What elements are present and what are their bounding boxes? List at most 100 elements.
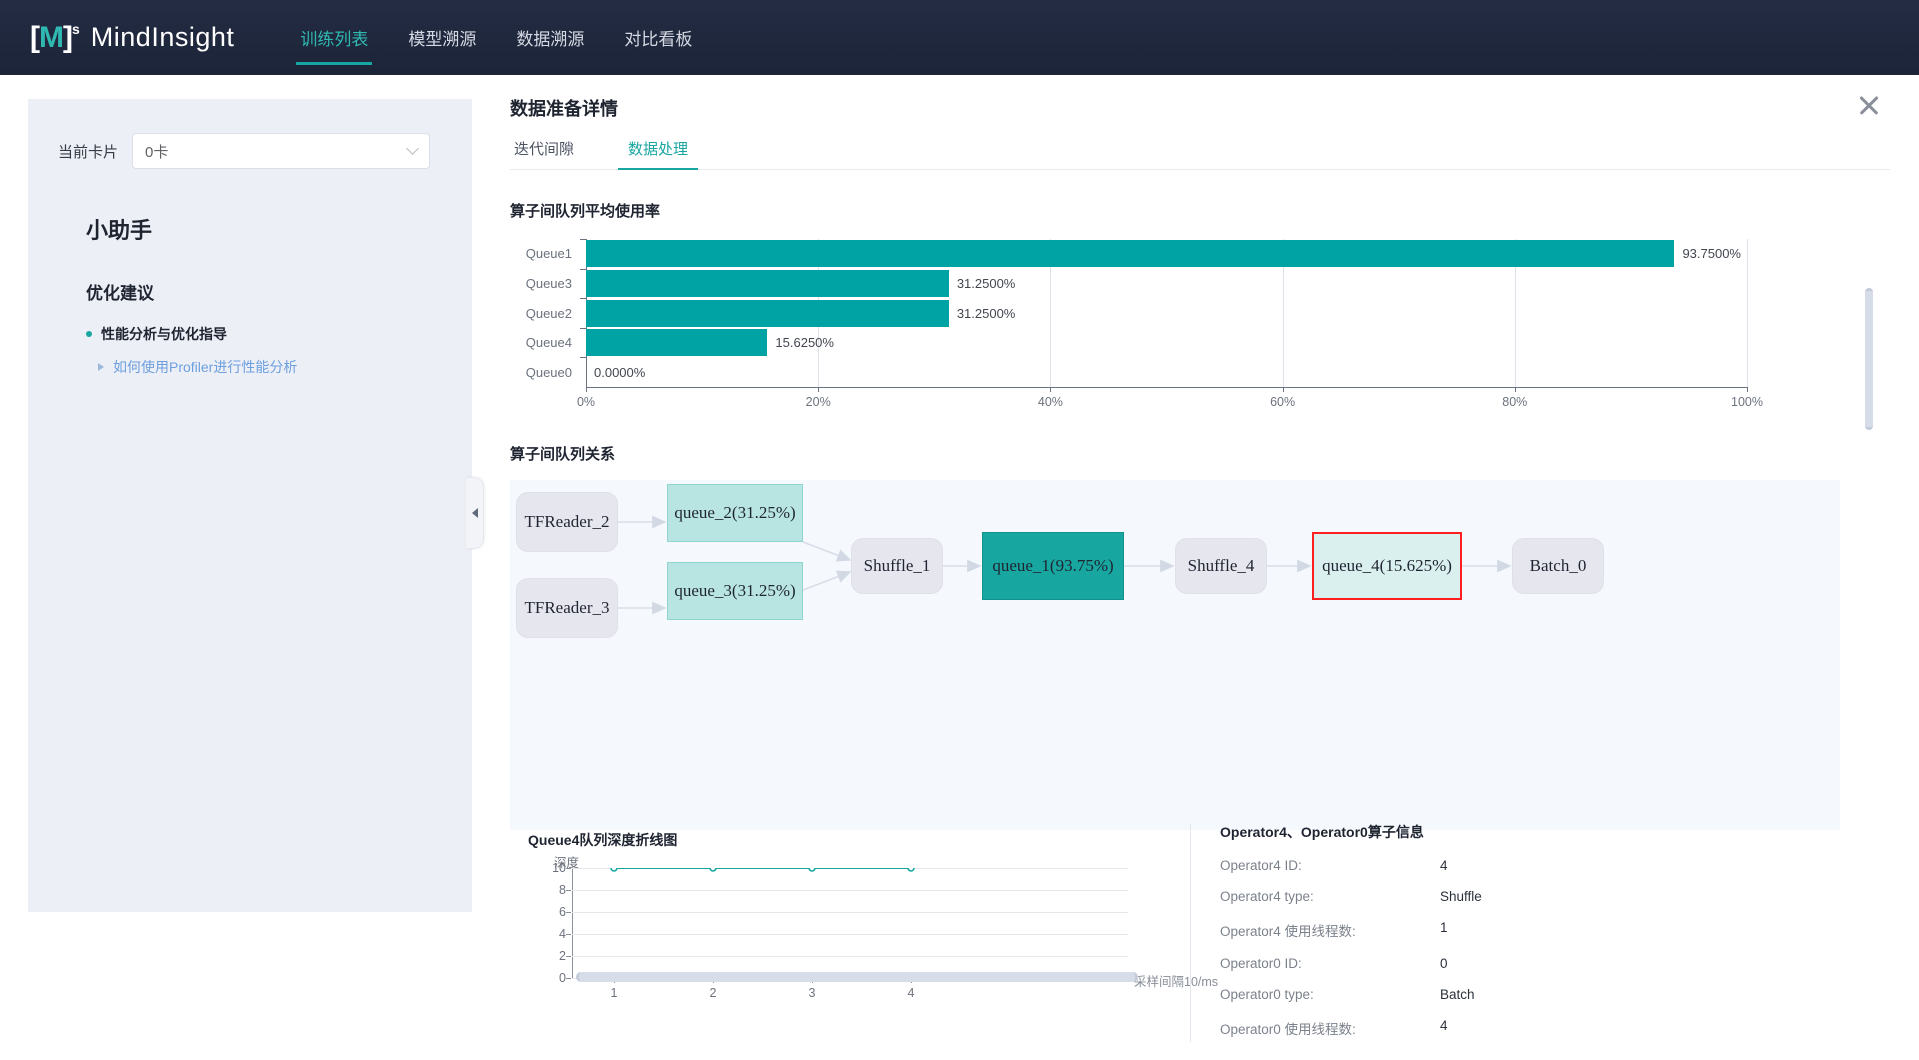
info-key: Operator0 ID: <box>1220 956 1302 971</box>
card-selector-row: 当前卡片 0卡 <box>58 133 472 169</box>
bar-fill[interactable] <box>586 329 768 357</box>
assistant-sidebar: 当前卡片 0卡 小助手 优化建议 性能分析与优化指导 如何使用Profiler进… <box>28 99 472 912</box>
line-chart-data-point[interactable] <box>808 868 816 872</box>
graph-node-shuffle-4[interactable]: Shuffle_4 <box>1175 538 1267 594</box>
bar-category-label: Queue3 <box>525 275 572 291</box>
advice-group-label: 性能分析与优化指导 <box>101 326 227 342</box>
logo-bracket-right: ] <box>63 20 73 54</box>
queue-relationship-title: 算子间队列关系 <box>510 446 616 463</box>
bar-chart-x-tick <box>1514 387 1516 392</box>
line-chart-data-point[interactable] <box>610 868 618 872</box>
bar-chart-row[interactable]: Queue3 31.2500% <box>510 269 1830 297</box>
graph-node-queue-3[interactable]: queue_3(31.25%) <box>667 562 803 620</box>
bar-fill[interactable] <box>586 240 1675 268</box>
info-value: Shuffle <box>1440 889 1482 904</box>
graph-node-queue-4[interactable]: queue_4(15.625%) <box>1312 532 1462 600</box>
queue-relationship-section: 算子间队列关系 TFReader_2 TFReader_3 queue_2(31… <box>510 443 1890 830</box>
bar-chart-y-tick <box>580 268 586 270</box>
bar-chart-y-tick <box>580 357 586 359</box>
info-key: Operator4 使用线程数: <box>1220 924 1356 939</box>
graph-node-shuffle-1[interactable]: Shuffle_1 <box>851 538 943 594</box>
bar-chart-x-tick <box>1050 387 1052 392</box>
card-selector-label: 当前卡片 <box>58 143 119 161</box>
graph-node-queue-2[interactable]: queue_2(31.25%) <box>667 484 803 542</box>
chevron-down-icon <box>406 142 419 155</box>
bar-chart-x-tick <box>1282 387 1284 392</box>
bar-fill[interactable] <box>586 299 949 327</box>
queue-depth-section: Queue4队列深度折线图 深度 采样间隔10/ms 0 2 4 6 8 10 1 2 3 4 <box>528 830 1218 1018</box>
bar-chart-row[interactable]: Queue4 15.6250% <box>510 329 1830 357</box>
mindinsight-logo-icon: [M] s <box>30 20 80 55</box>
info-row: Operator4 type: Shuffle <box>1220 889 1780 904</box>
bar-chart-x-axis <box>586 387 1747 388</box>
advice-list: 性能分析与优化指导 如何使用Profiler进行性能分析 <box>86 324 472 377</box>
queue-usage-title: 算子间队列平均使用率 <box>510 203 661 220</box>
bar-chart-x-tick <box>818 387 820 392</box>
bar-chart-row[interactable]: Queue1 93.7500% <box>510 240 1830 268</box>
graph-node-tfreader-3[interactable]: TFReader_3 <box>516 578 618 638</box>
info-key: Operator0 使用线程数: <box>1220 1022 1356 1037</box>
info-row: Operator4 使用线程数: 1 <box>1220 920 1780 940</box>
bar-chart-x-tick-label: 100% <box>1731 395 1763 409</box>
bar-chart-x-tick-label: 40% <box>1037 395 1063 409</box>
nav-item-data-lineage[interactable]: 数据溯源 <box>496 0 604 75</box>
bar-chart-vertical-scrollbar[interactable] <box>1865 288 1873 430</box>
sidebar-collapse-handle[interactable] <box>466 477 484 549</box>
logo-superscript: s <box>72 20 80 37</box>
advice-group-item: 性能分析与优化指导 <box>86 324 472 344</box>
queue-usage-bar-chart: Queue1 93.7500% Queue3 31.2500% Queue2 31.250… <box>510 239 1830 409</box>
line-chart-series <box>610 868 915 872</box>
logo-letter-m: M <box>39 20 64 54</box>
bar-chart-x-tick-label: 80% <box>1502 395 1528 409</box>
info-value: Batch <box>1440 987 1475 1002</box>
info-value: 0 <box>1440 956 1448 971</box>
info-row: Operator0 ID: 0 <box>1220 956 1780 971</box>
graph-node-tfreader-2[interactable]: TFReader_2 <box>516 492 618 552</box>
data-preparation-detail-panel: 数据准备详情 迭代间隙 数据处理 算子间队列平均使用率 Queue1 93.750… <box>510 95 1890 1060</box>
tab-iteration-gap[interactable]: 迭代间隙 <box>510 138 578 169</box>
bar-chart-y-tick <box>580 298 586 300</box>
bar-chart-row[interactable]: Queue2 31.2500% <box>510 299 1830 327</box>
main-nav: 训练列表 模型溯源 数据溯源 对比看板 <box>280 0 712 75</box>
info-value: 4 <box>1440 1018 1448 1033</box>
graph-node-queue-1[interactable]: queue_1(93.75%) <box>982 532 1124 600</box>
nav-item-comparison-dashboard[interactable]: 对比看板 <box>604 0 712 75</box>
advice-link-profiler[interactable]: 如何使用Profiler进行性能分析 <box>98 357 472 377</box>
optimization-advice-heading: 优化建议 <box>86 284 154 303</box>
line-chart-data-point[interactable] <box>709 868 717 872</box>
tab-data-processing[interactable]: 数据处理 <box>618 138 699 170</box>
bar-value-label: 0.0000% <box>594 364 646 380</box>
operator-info-title: Operator4、Operator0算子信息 <box>1220 824 1424 840</box>
queue-usage-section: 算子间队列平均使用率 Queue1 93.7500% Queue3 31.2500% Q… <box>510 200 1890 430</box>
info-value: 4 <box>1440 858 1448 873</box>
card-select[interactable]: 0卡 <box>132 133 431 169</box>
page-title: 数据准备详情 <box>510 99 618 119</box>
queue-depth-line-chart: 深度 采样间隔10/ms 0 2 4 6 8 10 1 2 3 4 <box>528 856 1218 1018</box>
bar-chart-x-tick-label: 0% <box>576 395 596 409</box>
bar-fill[interactable] <box>586 269 949 297</box>
info-row: Operator4 ID: 4 <box>1220 858 1780 873</box>
line-chart-horizontal-scrollbar[interactable] <box>576 972 1138 982</box>
bar-chart-y-tick <box>580 239 586 240</box>
bar-value-label: 31.2500% <box>956 275 1016 291</box>
bottom-details-row: Queue4队列深度折线图 深度 采样间隔10/ms 0 2 4 6 8 10 1 2 3 4 O… <box>510 824 1890 1060</box>
bar-chart-x-tick <box>1747 387 1748 392</box>
nav-item-model-lineage[interactable]: 模型溯源 <box>388 0 496 75</box>
advice-link-label: 如何使用Profiler进行性能分析 <box>113 359 298 375</box>
app-title: MindInsight <box>90 22 235 52</box>
bar-chart-x-tick <box>586 387 587 392</box>
nav-item-training-list[interactable]: 训练列表 <box>280 0 388 75</box>
logo-bracket-left: [ <box>30 20 40 54</box>
bar-chart-x-tick-label: 20% <box>805 395 831 409</box>
bar-chart-row[interactable]: Queue0 0.0000% <box>510 359 1830 386</box>
graph-node-batch-0[interactable]: Batch_0 <box>1512 538 1604 594</box>
bar-chart-y-tick <box>580 327 586 329</box>
bar-category-label: Queue4 <box>525 335 572 351</box>
line-chart-data-point[interactable] <box>907 868 915 872</box>
queue-depth-title: Queue4队列深度折线图 <box>528 832 678 848</box>
bar-category-label: Queue1 <box>525 246 572 262</box>
bar-category-label: Queue0 <box>525 364 572 380</box>
info-row: Operator0 使用线程数: 4 <box>1220 1018 1780 1038</box>
triangle-right-icon <box>98 363 104 371</box>
top-navigation-bar: [M] s MindInsight 训练列表 模型溯源 数据溯源 对比看板 <box>0 0 1919 75</box>
